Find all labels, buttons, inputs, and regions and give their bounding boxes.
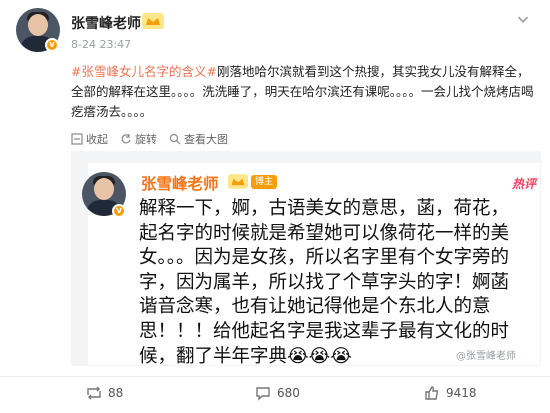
hashtag-link[interactable]: #张雪峰女儿名字的含义# [71,64,217,79]
collapse-button[interactable]: 收起 [71,131,108,147]
collapse-label: 收起 [86,133,108,146]
like-count: 9418 [446,386,477,400]
image-watermark: @张雪峰老师 [456,351,516,362]
crown-badge-icon [142,13,164,29]
repost-button[interactable]: 88 [86,385,123,401]
view-large-label: 查看大图 [184,133,228,146]
blogger-badge: 博主 [251,175,277,189]
post-footer: 88 680 9418 [0,376,550,413]
embedded-crown-icon [228,174,248,189]
comment-count: 680 [277,386,300,400]
repost-icon [87,386,101,400]
zoom-icon [169,133,181,145]
verified-badge-icon: v [45,38,59,52]
embedded-verified-badge-icon: v [112,204,126,218]
embedded-comment-text: 解释一下，婀，古语美女的意思，菡，荷花，起名字的时候就是希望她可以像荷花一样的美… [139,198,510,367]
rotate-icon [121,134,131,144]
author-name[interactable]: 张雪峰老师 [71,13,141,33]
embedded-author-name: 张雪峰老师 [141,175,219,193]
rotate-label: 旋转 [135,133,157,146]
post-timestamp: 8-24 23:47 [71,38,132,51]
collapse-icon [71,133,83,145]
view-large-button[interactable]: 查看大图 [169,131,228,147]
like-button[interactable]: 9418 [424,385,477,401]
rotate-button[interactable]: 旋转 [120,131,157,147]
comment-icon [256,387,270,401]
thumbs-up-icon [425,386,439,400]
comment-button[interactable]: 680 [255,385,300,401]
post-content: #张雪峰女儿名字的含义#刚落地哈尔滨就看到这个热搜，其实我女儿没有解释全，全部的… [71,62,537,122]
weibo-post: v 张雪峰老师 8-24 23:47 #张雪峰女儿名字的含义#刚落地哈尔滨就看到… [0,0,550,412]
image-toolbar: 收起 旋转 查看大图 [71,131,228,147]
hot-comment-label: 热评 [512,177,537,191]
chevron-down-icon[interactable] [514,10,532,28]
repost-count: 88 [108,386,124,400]
